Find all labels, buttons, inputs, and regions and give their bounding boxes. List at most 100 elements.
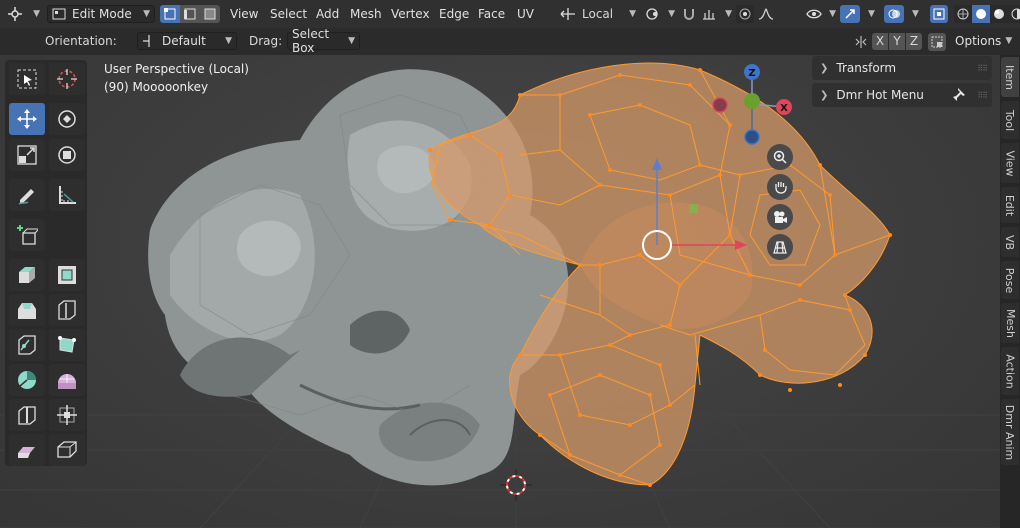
gizmo-x-label: X [780, 103, 788, 114]
axis-x-toggle[interactable]: X [872, 33, 888, 50]
menu-select[interactable]: Select [270, 7, 307, 21]
camera-view-button[interactable] [767, 204, 793, 230]
mode-dropdown[interactable]: Edit Mode ▼ [47, 5, 155, 23]
zoom-button[interactable] [767, 144, 793, 170]
grid-icon [773, 241, 787, 254]
options-dropdown[interactable]: Options ▼ [951, 32, 1013, 50]
annotate-tool[interactable] [9, 179, 45, 211]
face-select-button[interactable] [200, 5, 220, 23]
editor-type-button[interactable]: ▼ [6, 5, 40, 23]
overlays-toggle[interactable] [884, 5, 904, 23]
face-select-icon [204, 8, 216, 20]
material-shading-button[interactable] [990, 5, 1008, 23]
wireframe-sphere-icon [957, 8, 969, 20]
pin-icon[interactable] [952, 87, 966, 104]
transform-icon [58, 146, 76, 164]
menu-add[interactable]: Add [316, 7, 339, 21]
extrude-icon [19, 267, 35, 283]
shading-group [954, 5, 1020, 23]
rip-region-tool[interactable] [49, 434, 85, 466]
measure-tool[interactable] [49, 179, 85, 211]
transform-tool[interactable] [49, 139, 85, 171]
menu-face[interactable]: Face [478, 7, 505, 21]
transform-panel-title: Transform [836, 61, 897, 75]
tab-mesh[interactable]: Mesh [1001, 303, 1019, 343]
spin-icon [18, 371, 36, 389]
falloff-dropdown[interactable] [758, 5, 788, 23]
proportional-edit-toggle[interactable] [736, 5, 754, 23]
orientation-dropdown[interactable]: Default ▼ [137, 32, 237, 50]
xray-toggle[interactable] [930, 5, 948, 23]
drag-dropdown[interactable]: Select Box ▼ [287, 27, 360, 55]
menu-vertex[interactable]: Vertex [391, 7, 430, 21]
move-tool[interactable] [9, 103, 45, 135]
ruler-icon [59, 186, 76, 204]
mirror-icon [855, 36, 867, 48]
select-box-tool[interactable] [9, 63, 45, 95]
extrude-tool[interactable] [9, 259, 45, 291]
tab-item[interactable]: Item [1001, 57, 1019, 97]
tab-action[interactable]: Action [1001, 347, 1019, 395]
vertex-select-icon [164, 8, 176, 20]
solid-shading-button[interactable] [972, 5, 990, 23]
tab-edit[interactable]: Edit [1001, 187, 1019, 223]
shear-icon [18, 447, 35, 458]
bevel-tool[interactable] [9, 294, 45, 326]
tab-dmr-anim[interactable]: Dmr Anim [1001, 399, 1019, 465]
pencil-icon [18, 189, 34, 205]
snap-target-dropdown[interactable]: ▼ [702, 5, 732, 23]
rotate-tool[interactable] [49, 103, 85, 135]
spin-tool[interactable] [9, 364, 45, 396]
snap-increment-icon [703, 10, 715, 20]
menu-uv[interactable]: UV [517, 7, 534, 21]
axis-z-toggle[interactable]: Z [906, 33, 922, 50]
edge-select-button[interactable] [180, 5, 200, 23]
menu-view[interactable]: View [230, 7, 258, 21]
poly-build-tool[interactable] [49, 329, 85, 361]
axis-y-toggle[interactable]: Y [889, 33, 905, 50]
auto-merge-button[interactable] [928, 33, 946, 51]
cursor-tool[interactable] [49, 63, 85, 95]
add-cube-tool[interactable] [9, 219, 45, 251]
edge-slide-tool[interactable] [9, 399, 45, 431]
shear-tool[interactable] [9, 434, 45, 466]
gizmo-toggle[interactable] [840, 5, 860, 23]
wireframe-shading-button[interactable] [954, 5, 972, 23]
chevron-down-icon: ▼ [829, 9, 836, 19]
smooth-tool[interactable] [49, 364, 85, 396]
inset-tool[interactable] [49, 259, 85, 291]
shrink-fatten-tool[interactable] [49, 399, 85, 431]
loop-cut-tool[interactable] [49, 294, 85, 326]
drag-label: Drag: [249, 34, 283, 48]
gizmo-dropdown-chevron[interactable]: ▼ [864, 9, 875, 19]
eye-icon [806, 9, 822, 19]
tab-view[interactable]: View [1001, 143, 1019, 183]
mirror-icon-button[interactable] [852, 33, 870, 51]
navigation-gizmo[interactable]: Z X [705, 60, 800, 155]
tab-pose[interactable]: Pose [1001, 261, 1019, 299]
drag-handle-icon[interactable]: ⠿⠿ [977, 91, 988, 100]
transform-orientation-dropdown[interactable]: Local ▼ [560, 5, 636, 23]
3d-viewport[interactable]: User Perspective (Local) (90) Mooooonkey… [0, 55, 1000, 528]
tab-edit-label: Edit [1003, 194, 1017, 216]
snap-toggle[interactable] [680, 5, 698, 23]
transform-panel-header[interactable]: ❯ Transform ⠿⠿ [812, 56, 992, 80]
view-name: User Perspective (Local) [104, 62, 249, 76]
scale-tool[interactable] [9, 139, 45, 171]
tab-tool[interactable]: Tool [1001, 101, 1019, 139]
pivot-point-dropdown[interactable]: ▼ [645, 5, 675, 23]
dmr-hot-menu-panel-header[interactable]: ❯ Dmr Hot Menu ⠿⠿ [812, 83, 992, 107]
menu-edge[interactable]: Edge [439, 7, 469, 21]
rendered-shading-button[interactable] [1008, 5, 1020, 23]
overlays-icon [888, 9, 900, 19]
overlays-dropdown-chevron[interactable]: ▼ [908, 9, 919, 19]
vertex-select-button[interactable] [160, 5, 180, 23]
ortho-toggle-button[interactable] [767, 234, 793, 260]
knife-tool[interactable] [9, 329, 45, 361]
visibility-dropdown[interactable]: ▼ [806, 5, 836, 23]
drag-handle-icon[interactable]: ⠿⠿ [977, 64, 988, 73]
menu-mesh[interactable]: Mesh [350, 7, 382, 21]
pan-button[interactable] [767, 174, 793, 200]
tab-vb[interactable]: VB [1001, 227, 1019, 257]
sidebar-panels: ❯ Transform ⠿⠿ ❯ Dmr Hot Menu ⠿⠿ [812, 56, 992, 110]
